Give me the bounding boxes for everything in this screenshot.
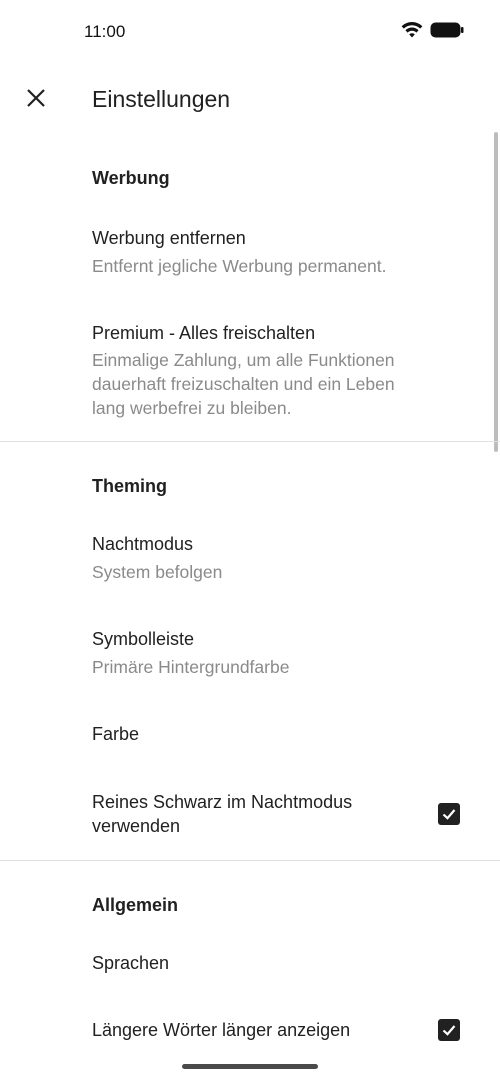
close-button[interactable]	[14, 78, 58, 122]
pref-summary: Primäre Hintergrundfarbe	[92, 657, 290, 677]
pref-pure-black[interactable]: Reines Schwarz im Nachtmodus verwenden	[0, 781, 500, 853]
pref-title: Werbung entfernen	[92, 228, 246, 248]
pref-longer-words[interactable]: Längere Wörter länger anzeigen	[0, 1008, 500, 1056]
pref-color[interactable]: Farbe	[0, 714, 500, 778]
pref-toolbar[interactable]: Symbolleiste Primäre Hintergrundfarbe	[0, 619, 500, 699]
pref-title: Nachtmodus	[92, 534, 194, 554]
battery-icon	[430, 21, 464, 44]
section-divider	[0, 860, 500, 861]
pref-remove-ads[interactable]: Werbung entfernen Entfernt jegliche Werb…	[0, 216, 500, 296]
pref-title-line: Reines Schwarz im Nachtmodus	[92, 792, 353, 812]
pref-title: Längere Wörter länger anzeigen	[92, 1020, 351, 1040]
pref-title-line: verwenden	[92, 816, 181, 836]
section-title-general: Allgemein	[92, 895, 179, 915]
pref-title: Sprachen	[92, 953, 170, 973]
pref-title: Farbe	[92, 724, 140, 744]
pref-summary: Entfernt jegliche Werbung permanent.	[92, 256, 387, 276]
section-title-ads: Werbung	[92, 168, 170, 188]
status-icons	[400, 20, 464, 44]
section-divider	[0, 441, 500, 442]
pref-title: Premium - Alles freischalten	[92, 323, 316, 343]
pref-premium[interactable]: Premium - Alles freischalten Einmalige Z…	[0, 311, 500, 431]
gesture-nav-handle[interactable]	[182, 1064, 318, 1069]
status-time: 11:00	[84, 22, 126, 41]
wifi-icon	[400, 20, 424, 45]
pref-summary-line: dauerhaft freizuschalten und ein Leben	[92, 374, 395, 394]
app-bar: Einstellungen	[0, 64, 500, 136]
settings-list: Werbung Werbung entfernen Entfernt jegli…	[0, 136, 500, 1056]
pref-summary-line: lang werbefrei zu bleiben.	[92, 398, 292, 418]
check-icon	[442, 809, 456, 820]
pref-summary: System befolgen	[92, 562, 223, 582]
pref-languages[interactable]: Sprachen	[0, 942, 500, 998]
pref-title: Symbolleiste	[92, 629, 195, 649]
status-bar: 11:00	[0, 0, 500, 64]
section-title-theming: Theming	[92, 476, 167, 496]
longer-words-checkbox[interactable]	[438, 1019, 460, 1041]
pref-night-mode[interactable]: Nachtmodus System befolgen	[0, 524, 500, 604]
page-title: Einstellungen	[92, 86, 231, 112]
pref-summary-line: Einmalige Zahlung, um alle Funktionen	[92, 350, 395, 370]
close-icon	[26, 88, 46, 113]
check-icon	[442, 1025, 456, 1036]
pure-black-checkbox[interactable]	[438, 803, 460, 825]
